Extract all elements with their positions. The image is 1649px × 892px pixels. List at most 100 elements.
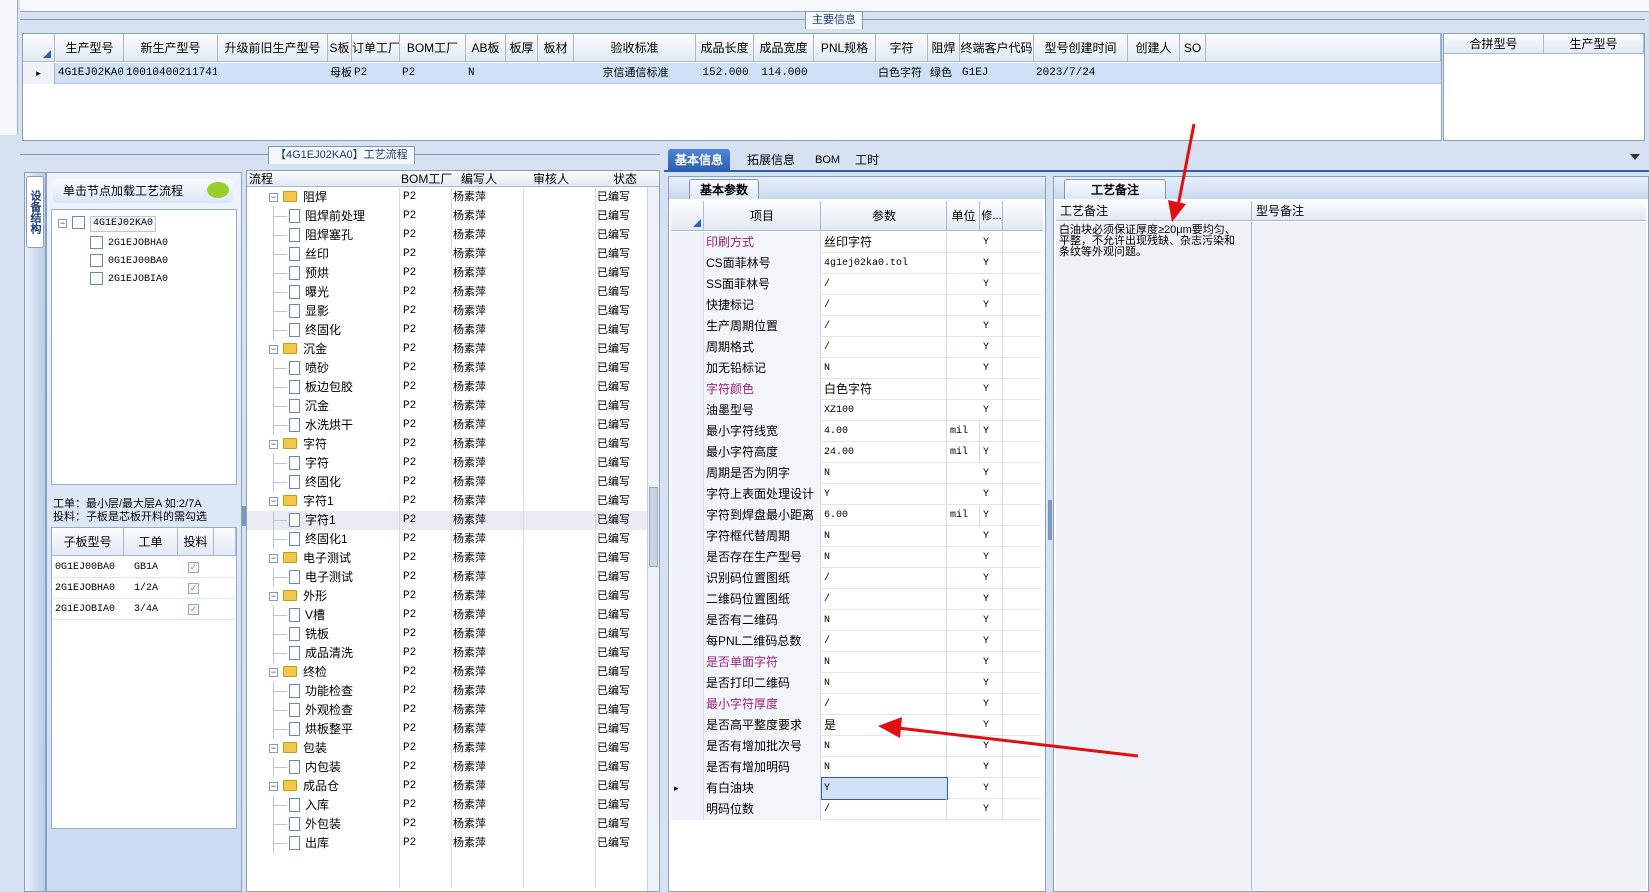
- param-value[interactable]: XZ100: [822, 400, 947, 421]
- param-value[interactable]: /: [822, 799, 947, 820]
- row-selector[interactable]: [671, 757, 704, 778]
- tree-node-root[interactable]: − 4G1EJ02KA0: [58, 214, 228, 232]
- row-selector[interactable]: ▸: [671, 778, 704, 799]
- process-row[interactable]: − 外形 P2 杨素萍 已编写: [247, 587, 647, 606]
- col-header[interactable]: S板: [328, 34, 352, 62]
- param-value[interactable]: N: [822, 757, 947, 778]
- collapse-icon[interactable]: −: [58, 219, 67, 228]
- param-row[interactable]: 识别码位置图纸 / Y: [671, 568, 1041, 589]
- col-header[interactable]: 新生产型号: [124, 34, 218, 62]
- row-selector[interactable]: [671, 295, 704, 316]
- process-row[interactable]: − 电子测试 P2 杨素萍 已编写: [247, 549, 647, 568]
- col-header[interactable]: 终端客户代码: [960, 34, 1034, 62]
- col-header[interactable]: 型号创建时间: [1034, 34, 1128, 62]
- col-header[interactable]: 创建人: [1128, 34, 1180, 62]
- param-value[interactable]: N: [822, 652, 947, 673]
- param-value[interactable]: 白色字符: [822, 379, 947, 400]
- process-row[interactable]: − 成品仓 P2 杨素萍 已编写: [247, 777, 647, 796]
- production-model-header[interactable]: 生产型号: [1544, 34, 1644, 54]
- col-header[interactable]: 板厚: [506, 34, 538, 62]
- param-value[interactable]: /: [822, 295, 947, 316]
- row-selector[interactable]: [671, 547, 704, 568]
- param-row[interactable]: 是否打印二维码 N Y: [671, 673, 1041, 694]
- param-value[interactable]: Y: [822, 484, 947, 505]
- collapse-icon[interactable]: −: [269, 497, 278, 506]
- col-header[interactable]: 升级前旧生产型号: [218, 34, 328, 62]
- process-row[interactable]: 沉金 P2 杨素萍 已编写: [247, 397, 647, 416]
- row-selector[interactable]: [671, 526, 704, 547]
- param-value[interactable]: N: [822, 547, 947, 568]
- param-row[interactable]: 周期是否为阴字 N Y: [671, 463, 1041, 484]
- process-row[interactable]: 烘板整平 P2 杨素萍 已编写: [247, 720, 647, 739]
- row-selector[interactable]: [671, 652, 704, 673]
- row-cell[interactable]: [1182, 63, 1205, 84]
- param-value[interactable]: /: [822, 589, 947, 610]
- collapse-icon[interactable]: −: [269, 193, 278, 202]
- row-selector[interactable]: [671, 631, 704, 652]
- col-header[interactable]: 字符: [876, 34, 928, 62]
- col-header[interactable]: 板材: [538, 34, 574, 62]
- row-cell[interactable]: [540, 63, 573, 84]
- row-selector[interactable]: [671, 736, 704, 757]
- process-remark-area[interactable]: 白油块必须保证厚度≥20μm要均匀、平整，不允许出现残缺、杂志污染和条纹等外观问…: [1056, 222, 1252, 890]
- row-selector[interactable]: [671, 253, 704, 274]
- row-cell[interactable]: 2023/7/24: [1036, 63, 1127, 84]
- col-header[interactable]: 生产型号: [56, 34, 124, 62]
- param-value[interactable]: 24.00: [822, 442, 947, 463]
- collapse-icon[interactable]: −: [269, 554, 278, 563]
- process-remark-text[interactable]: 白油块必须保证厚度≥20μm要均匀、平整，不允许出现残缺、杂志污染和条纹等外观问…: [1059, 225, 1239, 258]
- process-row[interactable]: − 字符 P2 杨素萍 已编写: [247, 435, 647, 454]
- row-cell[interactable]: 京信通信标准: [576, 63, 695, 84]
- param-value[interactable]: 丝印字符: [822, 232, 947, 253]
- tree-node-child[interactable]: 2G1EJOBIA0: [76, 270, 226, 288]
- param-value[interactable]: 4.00: [822, 421, 947, 442]
- remarks-title-tab[interactable]: 工艺备注: [1064, 179, 1167, 199]
- process-row[interactable]: − 终检 P2 杨素萍 已编写: [247, 663, 647, 682]
- main-info-row[interactable]: ▸ 4G1EJ02KA0 10010400211741 母板 P2 P2 N 京信通信标准 15…: [23, 63, 1441, 84]
- tab-bom[interactable]: BOM: [808, 149, 847, 171]
- process-row[interactable]: 功能检查 P2 杨素萍 已编写: [247, 682, 647, 701]
- tab-basic-info[interactable]: 基本信息: [668, 149, 731, 171]
- param-row[interactable]: 最小字符厚度 / Y: [671, 694, 1041, 715]
- tree-node-child[interactable]: 2G1EJOBHA0: [76, 234, 226, 252]
- col-modify[interactable]: 修...: [981, 201, 1003, 231]
- process-row[interactable]: 外观检查 P2 杨素萍 已编写: [247, 701, 647, 720]
- row-selector[interactable]: [671, 400, 704, 421]
- row-cell[interactable]: 白色字符: [878, 63, 927, 84]
- row-selector[interactable]: [671, 610, 704, 631]
- col-header[interactable]: 成品长度: [696, 34, 754, 62]
- row-selector[interactable]: [671, 232, 704, 253]
- param-row[interactable]: 周期格式 / Y: [671, 337, 1041, 358]
- row-selector[interactable]: [671, 421, 704, 442]
- collapse-icon[interactable]: −: [269, 345, 278, 354]
- param-value[interactable]: /: [822, 316, 947, 337]
- process-row[interactable]: 终固化 P2 杨素萍 已编写: [247, 321, 647, 340]
- row-selector[interactable]: [671, 463, 704, 484]
- col-header[interactable]: 验收标准: [574, 34, 696, 62]
- process-row[interactable]: 字符 P2 杨素萍 已编写: [247, 454, 647, 473]
- param-row[interactable]: 加无铅标记 N Y: [671, 358, 1041, 379]
- param-row[interactable]: 每PNL二维码总数 / Y: [671, 631, 1041, 652]
- param-value[interactable]: /: [822, 631, 947, 652]
- col-header[interactable]: PNL规格: [814, 34, 876, 62]
- col-header[interactable]: AB板: [466, 34, 506, 62]
- row-cell[interactable]: 母板: [330, 63, 351, 84]
- row-cell[interactable]: 10010400211741: [126, 63, 217, 84]
- param-value[interactable]: 是: [822, 715, 947, 736]
- param-row[interactable]: 字符框代替周期 N Y: [671, 526, 1041, 547]
- process-row[interactable]: V槽 P2 杨素萍 已编写: [247, 606, 647, 625]
- process-row[interactable]: 终固化1 P2 杨素萍 已编写: [247, 530, 647, 549]
- col-header[interactable]: 成品宽度: [754, 34, 814, 62]
- col-header[interactable]: BOM工厂: [400, 34, 466, 62]
- col-unit[interactable]: 单位: [948, 201, 980, 231]
- col-header[interactable]: 阻焊: [928, 34, 960, 62]
- param-row[interactable]: 是否单面字符 N Y: [671, 652, 1041, 673]
- process-row[interactable]: − 包装 P2 杨素萍 已编写: [247, 739, 647, 758]
- params-title-tab[interactable]: 基本参数: [689, 179, 760, 199]
- col-reviewer[interactable]: 审核人: [533, 171, 569, 187]
- row-selector[interactable]: [671, 484, 704, 505]
- process-row[interactable]: 内包装 P2 杨素萍 已编写: [247, 758, 647, 777]
- process-row[interactable]: 显影 P2 杨素萍 已编写: [247, 302, 647, 321]
- model-remark-area[interactable]: [1252, 222, 1646, 890]
- row-selector[interactable]: [671, 274, 704, 295]
